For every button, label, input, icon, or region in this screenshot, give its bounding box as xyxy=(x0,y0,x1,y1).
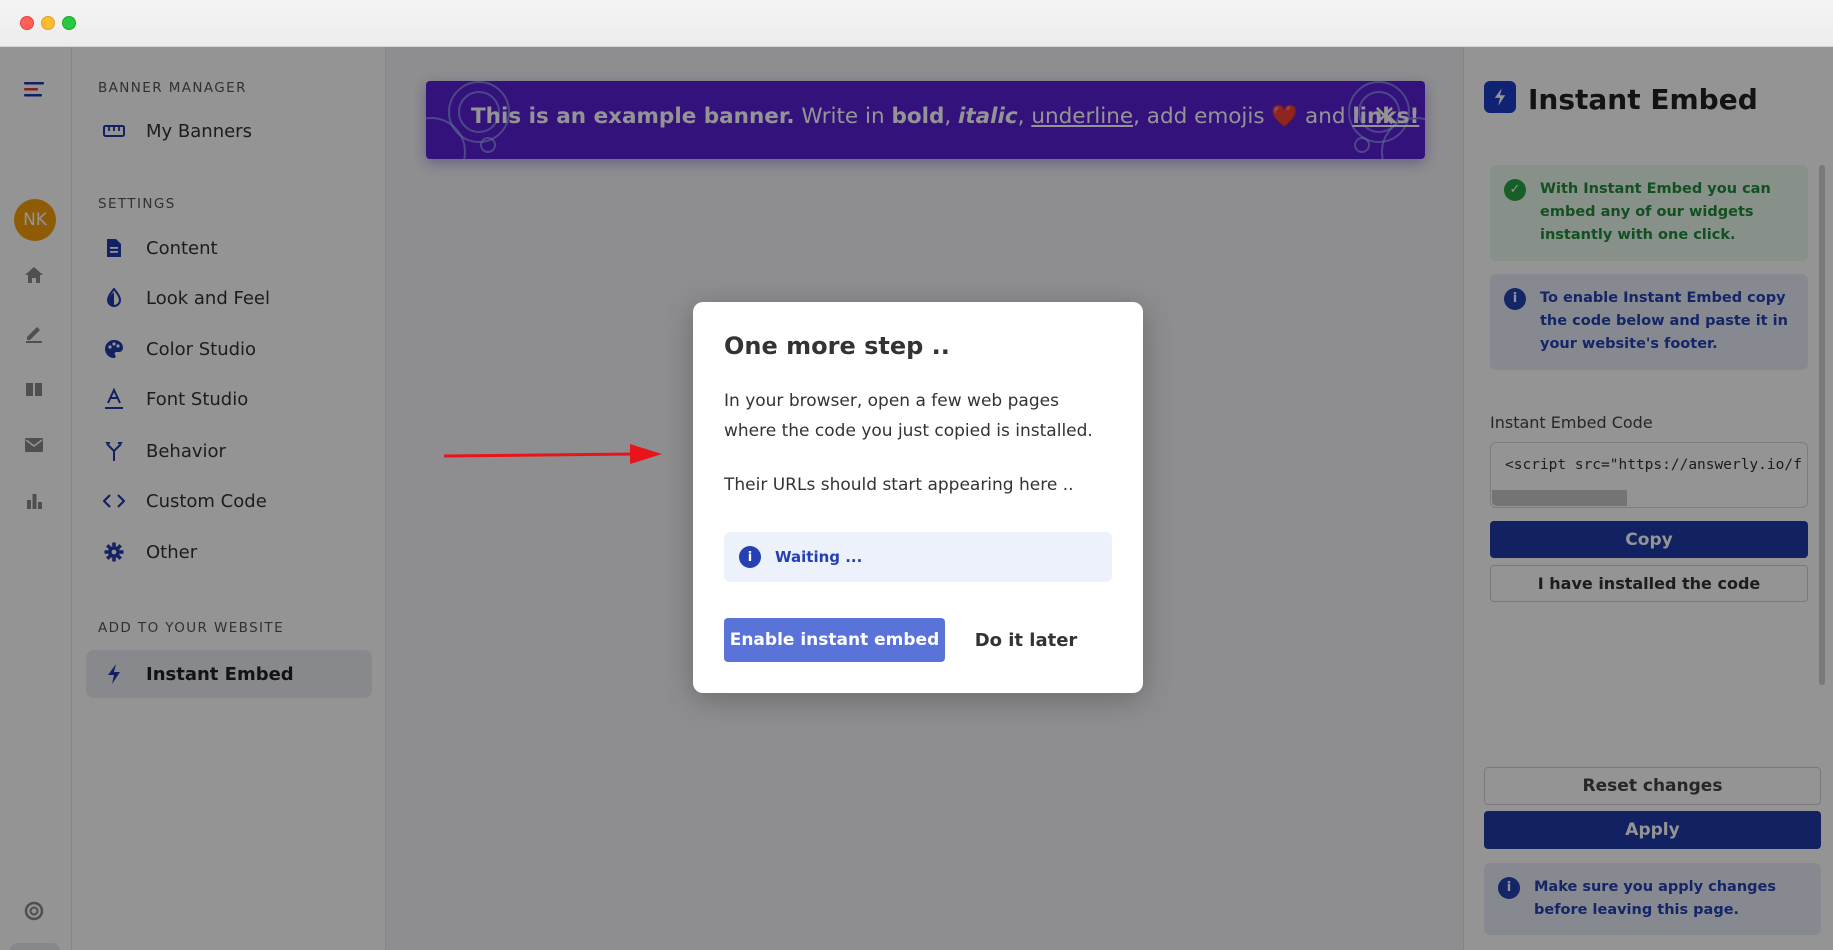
one-more-step-dialog: One more step .. In your browser, open a… xyxy=(693,302,1143,693)
red-arrow-annotation xyxy=(444,444,662,464)
enable-instant-embed-button[interactable]: Enable instant embed xyxy=(724,618,945,662)
minimize-window-button[interactable] xyxy=(41,16,55,30)
dialog-note: Their URLs should start appearing here .… xyxy=(724,475,1074,495)
info-icon: i xyxy=(739,546,761,568)
waiting-label: Waiting ... xyxy=(775,548,863,566)
title-bar xyxy=(0,0,1833,47)
close-window-button[interactable] xyxy=(20,16,34,30)
dialog-title: One more step .. xyxy=(724,332,950,360)
waiting-status: i Waiting ... xyxy=(724,532,1112,582)
zoom-window-button[interactable] xyxy=(62,16,76,30)
dialog-body: In your browser, open a few web pages wh… xyxy=(724,391,1093,441)
do-it-later-button[interactable]: Do it later xyxy=(961,618,1091,662)
app-window: NK BANNER MANAGER My Banners SETTINGS Co… xyxy=(0,0,1833,950)
